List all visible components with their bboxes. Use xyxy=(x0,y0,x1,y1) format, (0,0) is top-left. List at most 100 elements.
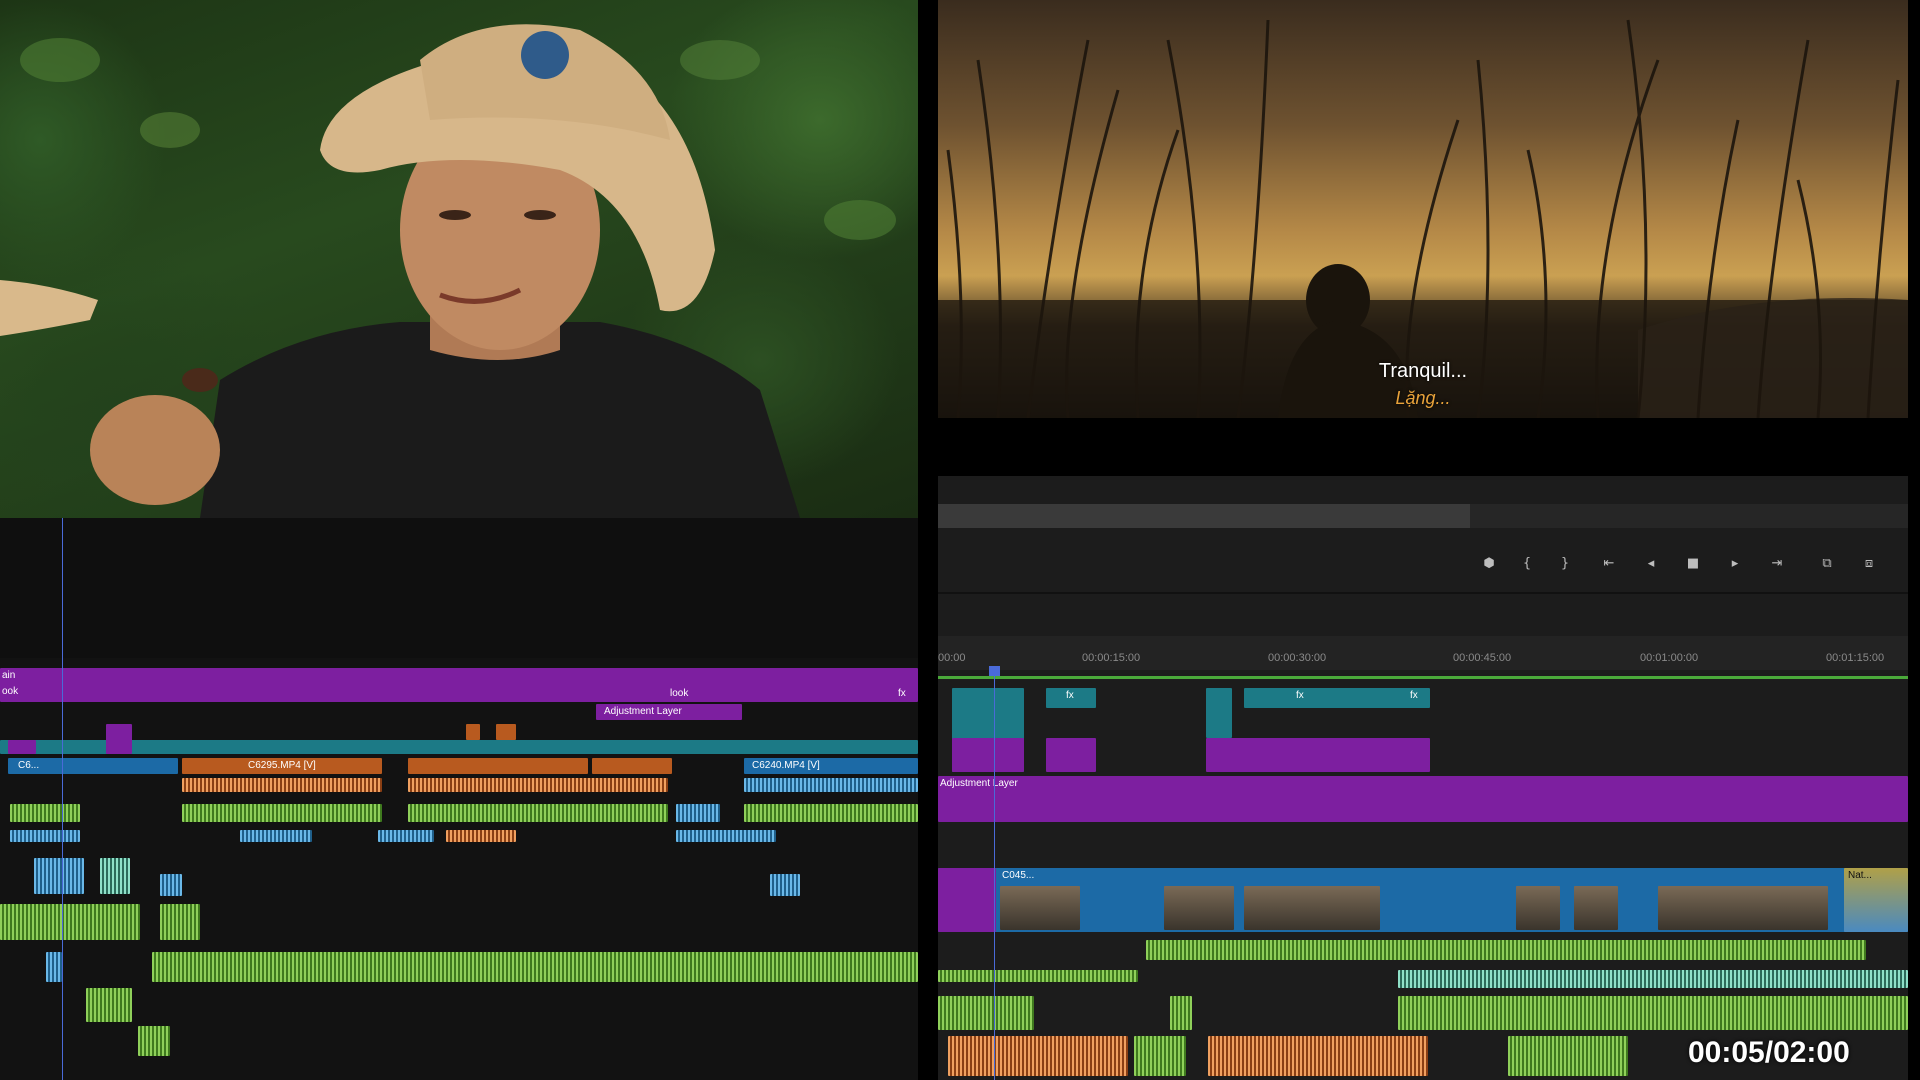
ruler-label-1: 00:00:15:00 xyxy=(1082,652,1141,664)
overlay-timecode: 00:05/02:00 xyxy=(1688,1036,1850,1069)
clip-v3-d[interactable] xyxy=(8,740,36,754)
audio-clip-music[interactable] xyxy=(152,952,918,982)
audio-clip-b6[interactable] xyxy=(676,830,776,842)
thumb-2 xyxy=(1164,886,1234,930)
clip-r7[interactable] xyxy=(1206,738,1430,772)
adjustment-layer-label-right: Adjustment Layer xyxy=(940,778,1018,789)
letterbox-bar xyxy=(938,418,1908,476)
thumb-6 xyxy=(1658,886,1828,930)
audio-clip-b5[interactable] xyxy=(378,830,434,842)
audio-r5[interactable] xyxy=(1170,996,1192,1030)
audio-clip-b4[interactable] xyxy=(240,830,312,842)
clip-nat-label: Nat... xyxy=(1848,870,1872,881)
clip-r4[interactable] xyxy=(1244,688,1430,708)
adjustment-layer-track[interactable] xyxy=(0,668,918,702)
split-divider xyxy=(918,0,938,1080)
video-track-v3[interactable] xyxy=(0,740,918,754)
subtitle-vietnamese: Lặng... xyxy=(1395,388,1451,408)
audio-clip-o3[interactable] xyxy=(446,830,516,842)
audio-clip-b2[interactable] xyxy=(676,804,720,822)
step-forward-icon[interactable]: ▸ xyxy=(1724,552,1746,574)
clip-main-a[interactable] xyxy=(938,868,996,932)
subtitle-english: Tranquil... xyxy=(1378,360,1468,382)
stop-icon[interactable]: ■ xyxy=(1682,552,1704,574)
timeline-left-panel: ain ook look fx Adjustment Layer C6... C… xyxy=(0,518,918,1080)
overwrite-icon[interactable]: ⧈ xyxy=(1858,552,1880,574)
thumb-5 xyxy=(1574,886,1618,930)
clip-c6-label: C6... xyxy=(18,760,40,771)
audio-r10[interactable] xyxy=(1508,1036,1628,1076)
thumb-1 xyxy=(1000,886,1080,930)
playhead-left[interactable] xyxy=(62,518,63,1080)
fx-badge-r3: fx xyxy=(1410,690,1418,701)
clip-orange-3[interactable] xyxy=(592,758,672,774)
clip-v3-c[interactable] xyxy=(496,724,516,740)
clip-v3-a[interactable] xyxy=(106,724,132,754)
fx-badge-r2: fx xyxy=(1296,690,1304,701)
audio-r2[interactable] xyxy=(938,970,1138,982)
audio-clip-g6[interactable] xyxy=(160,904,200,940)
mark-in-icon[interactable]: { xyxy=(1516,552,1538,574)
audio-clip-b8[interactable] xyxy=(160,874,182,896)
audio-clip-b10[interactable] xyxy=(46,952,62,982)
clip-v3-b[interactable] xyxy=(466,724,480,740)
audio-clip-g7[interactable] xyxy=(86,988,132,1022)
ruler-label-3: 00:00:45:00 xyxy=(1453,652,1512,664)
audio-clip-o2[interactable] xyxy=(408,778,668,792)
step-back-icon[interactable]: ◂ xyxy=(1640,552,1662,574)
audio-r8[interactable] xyxy=(1134,1036,1186,1076)
adjustment-layer-track-right[interactable] xyxy=(938,776,1908,822)
audio-clip-g5[interactable] xyxy=(0,904,140,940)
audio-clip-b7[interactable] xyxy=(34,858,84,894)
ruler-label-2: 00:00:30:00 xyxy=(1268,652,1327,664)
audio-clip-g4[interactable] xyxy=(744,804,918,822)
marker-icon[interactable]: ⬢ xyxy=(1478,552,1500,574)
audio-clip-b9[interactable] xyxy=(770,874,800,896)
audio-clip-g2[interactable] xyxy=(182,804,382,822)
clip-r5[interactable] xyxy=(952,738,1024,772)
playhead-handle[interactable] xyxy=(989,666,1000,676)
audio-r4[interactable] xyxy=(938,996,1034,1030)
ruler-label-4: 00:01:00:00 xyxy=(1640,652,1699,664)
look-clip-label: look xyxy=(670,688,689,699)
timeline-right-panel: ⬢ { } ⇤ ◂ ■ ▸ ⇥ ⧉ ⧈ 00:00 00:00:15:00 00… xyxy=(938,476,1908,1080)
playhead-right[interactable] xyxy=(994,666,995,1080)
audio-r9[interactable] xyxy=(1208,1036,1428,1076)
fx-badge: fx xyxy=(898,688,906,699)
audio-clip-g8[interactable] xyxy=(138,1026,170,1056)
interview-illustration xyxy=(0,24,896,518)
go-to-in-icon[interactable]: ⇤ xyxy=(1598,552,1620,574)
grass-silhouette-illustration xyxy=(938,19,1908,418)
clip-c6240-label: C6240.MP4 [V] xyxy=(752,760,820,771)
scrub-bar-zoom-window[interactable] xyxy=(938,504,1470,528)
thumb-4 xyxy=(1516,886,1560,930)
insert-icon[interactable]: ⧉ xyxy=(1816,552,1838,574)
audio-r7[interactable] xyxy=(948,1036,1128,1076)
go-to-out-icon[interactable]: ⇥ xyxy=(1766,552,1788,574)
audio-clip-t1[interactable] xyxy=(100,858,130,894)
thumb-3 xyxy=(1244,886,1380,930)
clip-r6[interactable] xyxy=(1046,738,1096,772)
clip-c045-label: C045... xyxy=(1002,870,1035,881)
audio-clip-g3[interactable] xyxy=(408,804,668,822)
program-monitor-preview: Tranquil... Lặng... xyxy=(938,0,1908,418)
audio-r1[interactable] xyxy=(1146,940,1866,960)
right-border xyxy=(1908,0,1920,1080)
audio-clip-g1[interactable] xyxy=(10,804,80,822)
audio-r6[interactable] xyxy=(1398,996,1908,1030)
ruler-label-5: 00:01:15:00 xyxy=(1826,652,1885,664)
fx-badge-r1: fx xyxy=(1066,690,1074,701)
interview-video-frame xyxy=(0,0,918,518)
track-label-main: ain xyxy=(2,670,16,681)
clip-r3[interactable] xyxy=(1206,688,1232,738)
adjustment-layer-label: Adjustment Layer xyxy=(604,706,682,717)
work-area-bar[interactable] xyxy=(938,676,1908,679)
clip-orange-2[interactable] xyxy=(408,758,588,774)
track-label-look: ook xyxy=(2,686,19,697)
audio-clip-b3[interactable] xyxy=(10,830,80,842)
audio-clip-o1[interactable] xyxy=(182,778,382,792)
audio-clip-b1[interactable] xyxy=(744,778,918,792)
clip-c6295-label: C6295.MP4 [V] xyxy=(248,760,316,771)
audio-r3[interactable] xyxy=(1398,970,1908,988)
mark-out-icon[interactable]: } xyxy=(1554,552,1576,574)
